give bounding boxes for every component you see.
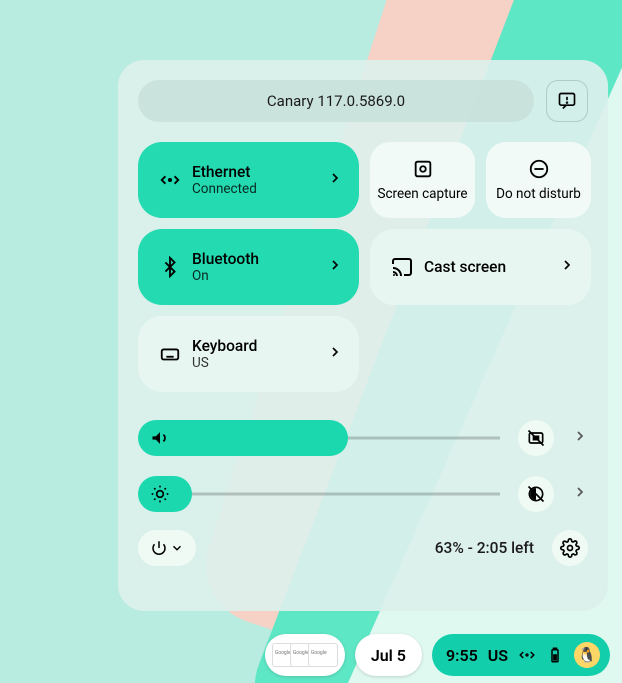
power-menu-button[interactable] (138, 530, 196, 566)
chevron-right-icon[interactable] (327, 344, 343, 364)
settings-button[interactable] (552, 530, 588, 566)
dnd-label: Do not disturb (496, 186, 581, 203)
keyboard-subtitle: US (192, 355, 321, 371)
shelf-date: Jul 5 (371, 646, 406, 665)
tile-bluetooth[interactable]: Bluetooth On (138, 229, 359, 305)
quick-settings-panel: Canary 117.0.5869.0 Ethernet Connected (118, 60, 608, 611)
headset-off-icon (526, 428, 546, 448)
battery-icon (546, 646, 564, 664)
shelf: Jul 5 9:55 US 🐧 (0, 627, 622, 683)
volume-slider[interactable] (138, 420, 500, 456)
tile-ethernet[interactable]: Ethernet Connected (138, 142, 359, 218)
ethernet-icon (518, 646, 536, 664)
ethernet-title: Ethernet (192, 163, 321, 182)
screen-capture-label: Screen capture (377, 186, 467, 203)
bluetooth-title: Bluetooth (192, 250, 321, 269)
cast-icon (386, 255, 418, 279)
brightness-icon (150, 484, 170, 504)
chevron-down-icon (170, 541, 184, 555)
calendar-button[interactable]: Jul 5 (355, 634, 422, 676)
tile-cast[interactable]: Cast screen (370, 229, 591, 305)
build-info[interactable]: Canary 117.0.5869.0 (138, 80, 534, 122)
overview-button[interactable] (265, 634, 345, 676)
shelf-ime: US (488, 646, 508, 665)
build-label: Canary 117.0.5869.0 (267, 92, 405, 110)
chevron-right-icon[interactable] (327, 170, 343, 190)
battery-status-text: 63% - 2:05 left (435, 539, 534, 557)
chevron-right-icon[interactable] (572, 484, 588, 504)
volume-row (138, 418, 588, 458)
gear-icon (560, 538, 580, 558)
chevron-right-icon[interactable] (327, 257, 343, 277)
brightness-row (138, 474, 588, 514)
tile-dnd[interactable]: Do not disturb (486, 142, 591, 218)
keyboard-title: Keyboard (192, 337, 321, 356)
ethernet-icon (154, 169, 186, 191)
feedback-icon (557, 91, 577, 111)
chevron-right-icon[interactable] (559, 257, 575, 277)
dnd-icon (528, 158, 550, 180)
shelf-time: 9:55 (446, 646, 478, 665)
volume-icon (150, 428, 170, 448)
bluetooth-subtitle: On (192, 268, 321, 284)
cast-title: Cast screen (424, 258, 553, 277)
avatar: 🐧 (574, 642, 600, 668)
chevron-right-icon[interactable] (572, 428, 588, 448)
ethernet-subtitle: Connected (192, 181, 321, 197)
status-area[interactable]: 9:55 US 🐧 (432, 634, 610, 676)
keyboard-icon (154, 343, 186, 365)
screen-capture-icon (412, 158, 434, 180)
night-light-off-icon (526, 484, 546, 504)
tile-screen-capture[interactable]: Screen capture (370, 142, 475, 218)
brightness-slider[interactable] (138, 476, 500, 512)
power-icon (150, 539, 168, 557)
night-light-button[interactable] (518, 476, 554, 512)
tile-keyboard[interactable]: Keyboard US (138, 316, 359, 392)
bluetooth-icon (154, 256, 186, 278)
audio-output-button[interactable] (518, 420, 554, 456)
feedback-button[interactable] (546, 80, 588, 122)
